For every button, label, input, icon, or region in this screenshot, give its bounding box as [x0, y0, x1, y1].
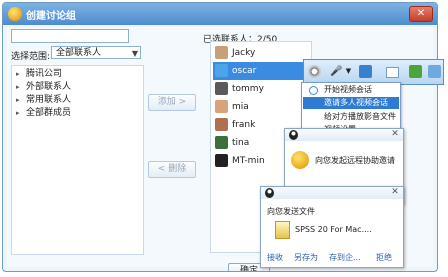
- expand-icon[interactable]: ▸: [16, 68, 26, 80]
- avatar: [215, 64, 228, 77]
- avatar: [215, 136, 228, 149]
- tree-item-tencent[interactable]: ▸ 腾讯公司: [16, 68, 62, 80]
- close-icon[interactable]: ✕: [390, 129, 400, 140]
- menu-item-invite-multi-video[interactable]: 邀请多人视频会话: [303, 97, 399, 109]
- close-icon[interactable]: ✕: [390, 187, 400, 198]
- remote-assist-message: 向您发起远程协助邀请: [315, 156, 395, 165]
- tree-item-label: 腾讯公司: [26, 69, 63, 79]
- mail-icon[interactable]: [386, 67, 399, 78]
- member-name: Jacky: [232, 48, 256, 58]
- member-item[interactable]: tommy: [213, 80, 309, 98]
- tree-item-external[interactable]: ▸ 外部联系人: [16, 81, 71, 93]
- file-transfer-message: 向您发送文件: [267, 207, 315, 216]
- title-bar: 创建讨论组 ✕: [3, 3, 437, 25]
- receive-link[interactable]: 接收: [267, 252, 283, 263]
- member-name: oscar: [232, 66, 257, 76]
- tree-item-frequent[interactable]: ▸ 常用联系人: [16, 94, 71, 106]
- avatar: [215, 154, 228, 167]
- window-title: 创建讨论组: [26, 11, 76, 22]
- member-name: tina: [232, 138, 250, 148]
- expand-icon[interactable]: ▸: [16, 107, 26, 119]
- search-input[interactable]: [11, 29, 129, 43]
- member-item[interactable]: mia: [213, 98, 309, 116]
- dropdown-arrow-icon[interactable]: ▼: [132, 47, 138, 60]
- add-button[interactable]: 添加 >: [148, 94, 196, 111]
- remote-assist-icon: [291, 151, 309, 169]
- menu-item-label: 开始视频会话: [324, 85, 372, 94]
- close-button[interactable]: ✕: [409, 6, 433, 22]
- range-label: 选择范围:: [11, 52, 51, 62]
- range-select[interactable]: 全部联系人 ▼: [51, 46, 141, 59]
- member-name: MT-min: [232, 156, 265, 166]
- member-name: frank: [232, 120, 256, 130]
- tree-item-label: 常用联系人: [26, 95, 72, 105]
- folder-icon[interactable]: [409, 65, 422, 78]
- save-to-enterprise-link[interactable]: 存到企...: [329, 252, 361, 263]
- file-icon: [275, 221, 290, 239]
- menu-item-play-media[interactable]: 给对方播放影音文件: [303, 111, 399, 123]
- member-item[interactable]: Jacky: [213, 44, 309, 62]
- tree-item-label: 全部群成员: [26, 108, 72, 118]
- menu-item-start-video[interactable]: 开始视频会话: [303, 84, 399, 96]
- avatar: [215, 100, 228, 113]
- member-name: tommy: [232, 84, 264, 94]
- popup-header: ✕: [261, 187, 403, 199]
- avatar: [215, 82, 228, 95]
- expand-icon[interactable]: ▸: [16, 94, 26, 106]
- screen-icon[interactable]: [359, 65, 372, 78]
- chevron-down-icon[interactable]: ▼: [342, 65, 355, 78]
- save-as-link[interactable]: 另存为: [294, 252, 318, 263]
- avatar: [215, 118, 228, 131]
- tree-item-all-group-members[interactable]: ▸ 全部群成员: [16, 107, 71, 119]
- contact-tree: ▸ 腾讯公司 ▸ 外部联系人 ▸ 常用联系人 ▸ 全部群成员: [11, 65, 144, 255]
- qq-penguin-icon: [265, 188, 274, 198]
- file-name: SPSS 20 For Mac....: [295, 225, 372, 234]
- popup-header: ✕: [285, 129, 403, 141]
- menu-item-label: 邀请多人视频会话: [324, 98, 388, 107]
- reject-file-link[interactable]: 拒绝: [376, 252, 392, 263]
- webcam-icon[interactable]: [308, 65, 321, 78]
- member-name: mia: [232, 102, 249, 112]
- member-item[interactable]: oscar: [213, 62, 309, 80]
- tree-item-label: 外部联系人: [26, 82, 72, 92]
- share-icon[interactable]: [428, 65, 441, 78]
- qq-penguin-icon: [289, 130, 298, 140]
- range-value: 全部联系人: [56, 48, 102, 58]
- remove-button[interactable]: < 删除: [148, 161, 196, 178]
- menu-item-label: 给对方播放影音文件: [324, 112, 396, 121]
- avatar: [215, 46, 228, 59]
- file-transfer-popup: ✕ 向您发送文件 SPSS 20 For Mac.... 接收 另存为 存到企.…: [260, 186, 404, 268]
- expand-icon[interactable]: ▸: [16, 81, 26, 93]
- chat-bubble-icon: [309, 86, 318, 95]
- qq-logo-icon: [8, 7, 22, 21]
